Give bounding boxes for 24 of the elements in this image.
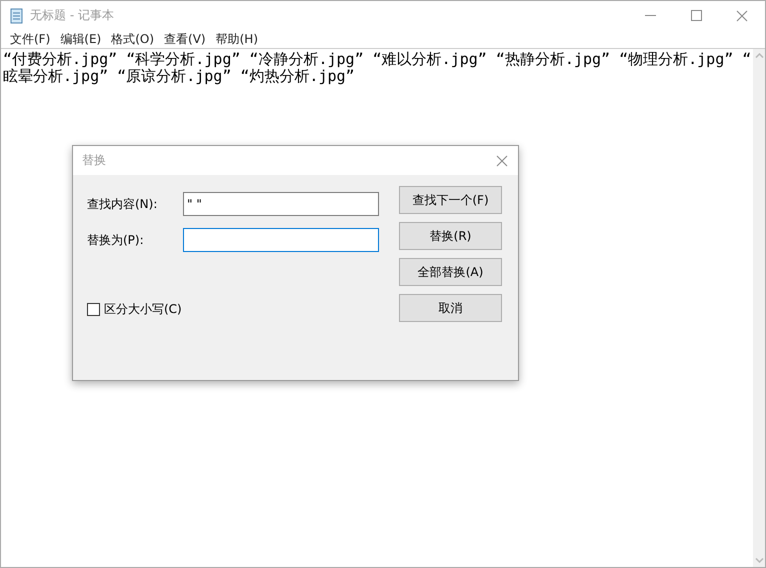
close-icon[interactable] [496, 154, 508, 166]
field-label: 查找内容(N): [87, 196, 158, 212]
menu-item[interactable]: 查看(V) [159, 30, 211, 48]
maximize-icon[interactable] [690, 10, 702, 21]
text-line: “付费分析.jpg” “科学分析.jpg” “冷静分析.jpg” “难以分析.jpg” “热静分析.jpg” “物理分析.jpg” “ [3, 51, 752, 68]
menu-item[interactable]: 帮助(H) [210, 30, 263, 48]
menu-item[interactable]: 编辑(E) [55, 30, 106, 48]
dialog-button[interactable]: 查找下一个(F) [399, 186, 502, 214]
close-icon[interactable] [736, 10, 748, 22]
dialog-button[interactable]: 全部替换(A) [399, 258, 502, 286]
text-line: 眩晕分析.jpg” “原谅分析.jpg” “灼热分析.jpg” [3, 68, 355, 85]
text-field[interactable] [183, 228, 379, 252]
field-label: 替换为(P): [87, 232, 145, 248]
text-field[interactable]: " " [183, 192, 379, 216]
dialog-button[interactable]: 替换(R) [399, 222, 502, 250]
dialog-title: 替换 [82, 152, 106, 169]
window-title: 无标题 - 记事本 [30, 7, 115, 24]
dialog-button[interactable]: 取消 [399, 294, 502, 322]
menu-item[interactable]: 格式(O) [106, 30, 160, 48]
minimize-icon[interactable] [644, 14, 656, 16]
checkbox-label[interactable]: 区分大小写(C) [104, 301, 182, 318]
checkbox[interactable] [87, 303, 100, 316]
notepad-icon [10, 8, 24, 24]
menu-item[interactable]: 文件(F) [5, 30, 56, 48]
